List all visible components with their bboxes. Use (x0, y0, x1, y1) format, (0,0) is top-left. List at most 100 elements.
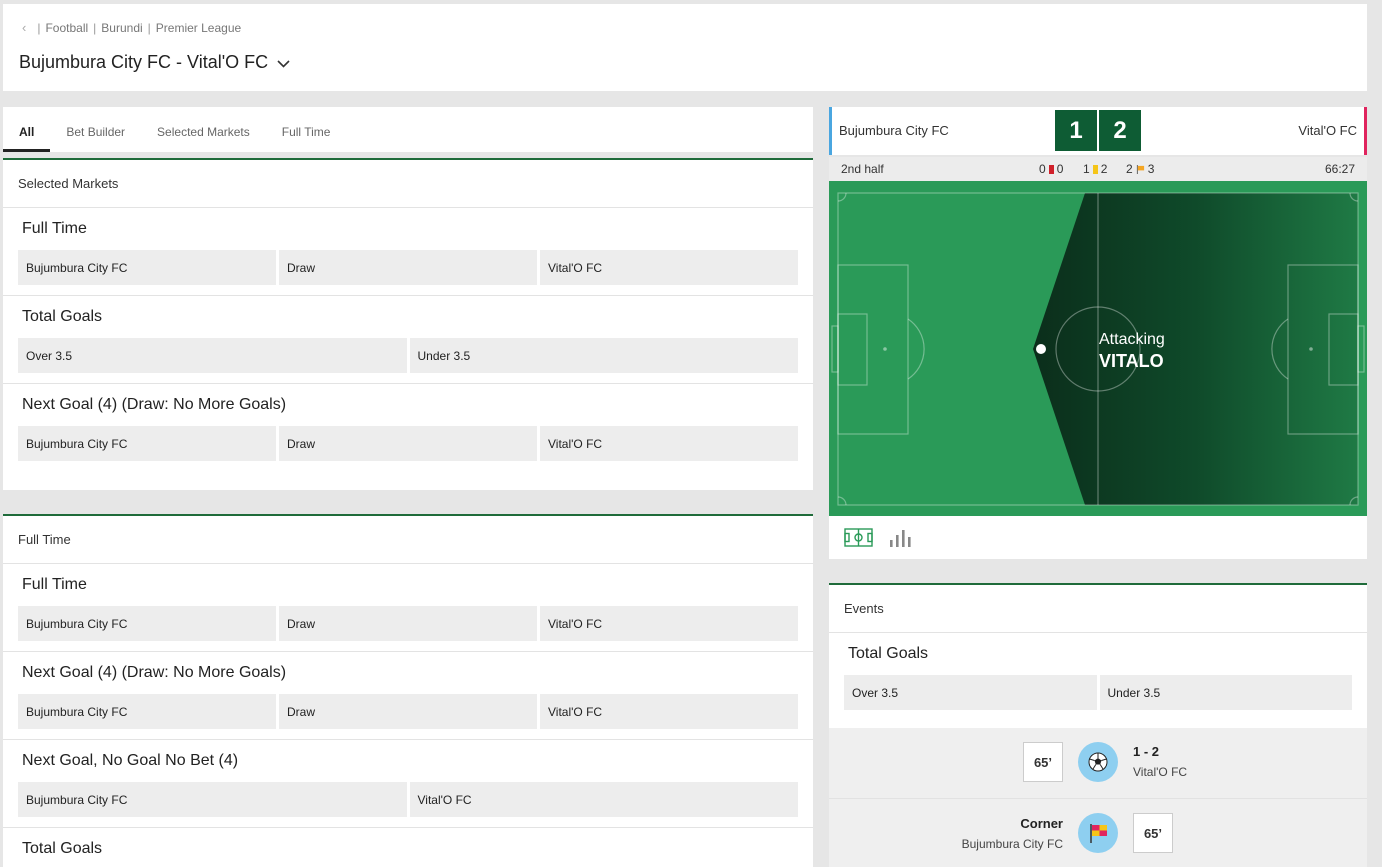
away-team-name: Vital'O FC (1298, 123, 1357, 138)
breadcrumb-premier-league[interactable]: Premier League (156, 21, 241, 35)
odd-draw[interactable]: Draw (279, 694, 537, 729)
match-status-bar: 2nd half 0 0 1 2 2 3 66:27 (829, 157, 1367, 181)
odds-row: Bujumbura City FC Vital'O FC (18, 782, 798, 817)
scoreboard: Bujumbura City FC 1 2 Vital'O FC (829, 107, 1367, 155)
odd-under[interactable]: Under 3.5 (409, 338, 798, 373)
odd-away[interactable]: Vital'O FC (540, 606, 798, 641)
soccer-ball-icon (1078, 742, 1118, 782)
breadcrumb-burundi[interactable]: Burundi (101, 21, 142, 35)
odd-away[interactable]: Vital'O FC (540, 694, 798, 729)
timeline-event-goal: 65’ 1 - 2 Vital'O FC (829, 728, 1367, 798)
market-name: Full Time (22, 220, 87, 237)
section-title: Selected Markets (3, 160, 813, 208)
market-total-goals: Total Goals (3, 828, 813, 867)
yellow-cards-away: 2 (1100, 162, 1108, 176)
market-name: Full Time (22, 576, 87, 593)
event-minute: 65’ (1133, 813, 1173, 853)
pitch-visualization: Attacking VITALO (829, 181, 1367, 516)
market-full-time: Full Time Bujumbura City FC Draw Vital'O… (3, 208, 813, 296)
match-header: ‹ | Football | Burundi | Premier League … (3, 4, 1367, 91)
tab-full-time[interactable]: Full Time (266, 107, 347, 152)
tab-selected-markets[interactable]: Selected Markets (141, 107, 266, 152)
corner-flag-icon (1078, 813, 1118, 853)
corners-stat: 2 3 (1126, 162, 1154, 176)
away-score: 2 (1099, 110, 1141, 151)
odd-over[interactable]: Over 3.5 (844, 675, 1097, 710)
odds-row: Bujumbura City FC Draw Vital'O FC (18, 250, 798, 285)
market-full-time: Full Time Bujumbura City FC Draw Vital'O… (3, 564, 813, 652)
attack-team: VITALO (1099, 351, 1164, 371)
market-name: Total Goals (848, 645, 929, 662)
odd-over[interactable]: Over 3.5 (18, 338, 407, 373)
breadcrumb-separator: | (147, 20, 151, 35)
ball-position (1036, 344, 1046, 354)
market-next-goal: Next Goal (4) (Draw: No More Goals) Buju… (3, 384, 813, 471)
yellow-cards-stat: 1 2 (1083, 162, 1107, 176)
timeline-event-corner: Corner Bujumbura City FC 65’ (829, 798, 1367, 867)
market-name: Total Goals (22, 840, 103, 857)
pitch-view-icon[interactable] (844, 528, 873, 547)
home-team-name: Bujumbura City FC (839, 123, 949, 138)
match-selector[interactable]: Bujumbura City FC - Vital'O FC (19, 52, 290, 73)
pitch-svg: Attacking VITALO (829, 181, 1367, 516)
match-period: 2nd half (841, 162, 884, 176)
events-panel: Events Total Goals Over 3.5 Under 3.5 65… (829, 583, 1367, 867)
yellow-cards-home: 1 (1083, 162, 1090, 176)
full-time-section: Full Time Full Time Bujumbura City FC Dr… (3, 514, 813, 867)
tab-all[interactable]: All (3, 107, 51, 152)
event-score: 1 - 2 (1133, 744, 1160, 759)
match-clock: 66:27 (1324, 162, 1355, 176)
penalty-spot (883, 347, 887, 351)
event-timeline: 65’ 1 - 2 Vital'O FC Corner Bujumbura Ci… (829, 728, 1367, 867)
tab-bet-builder[interactable]: Bet Builder (50, 107, 141, 152)
red-cards-home: 0 (1039, 162, 1046, 176)
odds-row: Bujumbura City FC Draw Vital'O FC (18, 606, 798, 641)
market-total-goals: Total Goals Over 3.5 Under 3.5 (3, 296, 813, 384)
odd-draw[interactable]: Draw (279, 606, 537, 641)
section-title: Full Time (3, 516, 813, 564)
corner-flag-icon (1136, 164, 1144, 174)
odd-draw[interactable]: Draw (279, 250, 537, 285)
odd-away[interactable]: Vital'O FC (409, 782, 798, 817)
odds-row: Over 3.5 Under 3.5 (844, 675, 1352, 710)
chevron-down-icon (277, 59, 290, 68)
odd-home[interactable]: Bujumbura City FC (18, 606, 276, 641)
odd-home[interactable]: Bujumbura City FC (18, 694, 276, 729)
odds-row: Bujumbura City FC Draw Vital'O FC (18, 426, 798, 461)
market-name: Next Goal (4) (Draw: No More Goals) (22, 396, 287, 413)
red-card-icon (1048, 164, 1054, 174)
section-title: Events (829, 585, 1367, 633)
odd-home[interactable]: Bujumbura City FC (18, 426, 276, 461)
corners-home: 2 (1126, 162, 1133, 176)
market-next-goal-no-bet: Next Goal, No Goal No Bet (4) Bujumbura … (3, 740, 813, 828)
odds-row: Bujumbura City FC Draw Vital'O FC (18, 694, 798, 729)
breadcrumb-separator: | (93, 20, 97, 35)
breadcrumb-separator: | (37, 20, 41, 35)
stats-chart-icon[interactable] (889, 529, 913, 547)
odd-home[interactable]: Bujumbura City FC (18, 250, 276, 285)
market-next-goal: Next Goal (4) (Draw: No More Goals) Buju… (3, 652, 813, 740)
corners-away: 3 (1147, 162, 1155, 176)
event-minute: 65’ (1023, 742, 1063, 782)
market-name: Total Goals (22, 308, 103, 325)
red-cards-away: 0 (1056, 162, 1064, 176)
match-title: Bujumbura City FC - Vital'O FC (19, 52, 269, 72)
market-name: Next Goal (4) (Draw: No More Goals) (22, 664, 287, 681)
chevron-left-icon[interactable]: ‹ (22, 20, 26, 35)
odd-away[interactable]: Vital'O FC (540, 426, 798, 461)
yellow-card-icon (1092, 164, 1098, 174)
attack-label: Attacking (1099, 331, 1165, 348)
odd-draw[interactable]: Draw (279, 426, 537, 461)
odd-away[interactable]: Vital'O FC (540, 250, 798, 285)
breadcrumb-football[interactable]: Football (45, 21, 88, 35)
market-name: Next Goal, No Goal No Bet (4) (22, 752, 239, 769)
penalty-spot (1309, 347, 1313, 351)
event-team: Vital'O FC (1133, 765, 1188, 779)
odd-home[interactable]: Bujumbura City FC (18, 782, 407, 817)
selected-markets-section: Selected Markets Full Time Bujumbura Cit… (3, 158, 813, 490)
event-type: Corner (1020, 816, 1063, 831)
market-total-goals: Total Goals Over 3.5 Under 3.5 (829, 633, 1367, 726)
event-team: Bujumbura City FC (961, 837, 1063, 851)
odds-row: Over 3.5 Under 3.5 (18, 338, 798, 373)
odd-under[interactable]: Under 3.5 (1099, 675, 1352, 710)
